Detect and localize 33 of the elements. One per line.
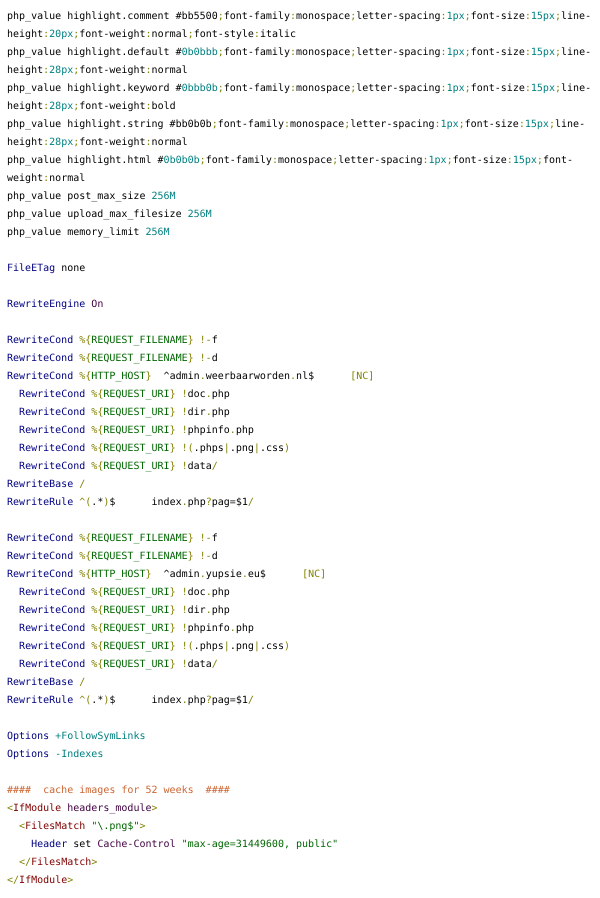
code-line: </FilesMatch>: [18, 856, 98, 870]
code-line: FileETag none: [7, 262, 86, 276]
code-line: RewriteRule ^(.*)$ index.php?pag=$1/: [7, 694, 255, 708]
code-line: RewriteCond %{REQUEST_URI} !dir.php: [18, 604, 231, 618]
code-line: RewriteBase /: [7, 478, 86, 492]
code-line: RewriteCond %{REQUEST_URI} !data/: [18, 658, 219, 672]
code-line: RewriteEngine On: [7, 298, 104, 312]
code-line: RewriteRule ^(.*)$ index.php?pag=$1/: [7, 496, 255, 510]
code-line: RewriteCond %{REQUEST_URI} !phpinfo.php: [18, 424, 255, 438]
code-line: RewriteCond %{REQUEST_URI} !doc.php: [18, 586, 231, 600]
code-line: Options +FollowSymLinks: [7, 730, 146, 744]
code-line: RewriteCond %{REQUEST_URI} !(.phps|.png|.css): [18, 442, 292, 456]
code-line: RewriteCond %{REQUEST_FILENAME} !-f: [7, 334, 219, 348]
code-line: </IfModule>: [7, 874, 74, 888]
code-line: php_value upload_max_filesize 256M: [7, 208, 213, 222]
code-line: RewriteCond %{HTTP_HOST} ^admin.weerbaarworden.nl$ [NC]: [7, 370, 376, 384]
code-line: <IfModule headers_module>: [7, 802, 159, 816]
code-line: php_value post_max_size 256M: [7, 190, 177, 204]
code-line: RewriteCond %{REQUEST_URI} !phpinfo.php: [18, 622, 255, 636]
code-line: RewriteCond %{REQUEST_URI} !doc.php: [18, 388, 231, 402]
code-line: RewriteCond %{REQUEST_URI} !(.phps|.png|.css): [18, 640, 292, 654]
code-line: RewriteCond %{REQUEST_FILENAME} !-f: [7, 532, 219, 546]
code-line: RewriteCond %{HTTP_HOST} ^admin.yupsie.eu$ [NC]: [7, 568, 328, 582]
code-line: <FilesMatch "\.png$">: [18, 820, 147, 834]
code-line: RewriteCond %{REQUEST_FILENAME} !-d: [7, 352, 219, 366]
code-line: #### cache images for 52 weeks ####: [7, 784, 231, 798]
code-line: Header set Cache-Control "max-age=31449600, public": [30, 838, 340, 852]
code-line: RewriteBase /: [7, 676, 86, 690]
code-line: php_value memory_limit 256M: [7, 226, 171, 240]
code-line: RewriteCond %{REQUEST_FILENAME} !-d: [7, 550, 219, 564]
code-line: RewriteCond %{REQUEST_URI} !data/: [18, 460, 219, 474]
code-line: RewriteCond %{REQUEST_URI} !dir.php: [18, 406, 231, 420]
code-line: Options -Indexes: [7, 748, 104, 762]
